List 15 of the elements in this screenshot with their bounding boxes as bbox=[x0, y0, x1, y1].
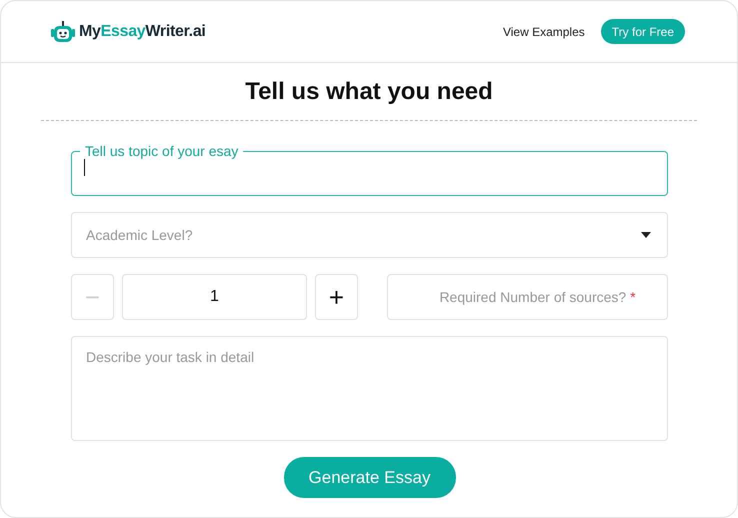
dropdown-caret-icon bbox=[641, 232, 651, 238]
sources-field[interactable]: Required Number of sources? * bbox=[387, 274, 668, 320]
task-details-field[interactable]: Describe your task in detail bbox=[71, 336, 668, 441]
form-title: Tell us what you need bbox=[244, 77, 494, 107]
generate-essay-button[interactable]: Generate Essay bbox=[284, 457, 456, 498]
try-free-button[interactable]: Try for Free bbox=[600, 19, 685, 44]
sources-count-field[interactable]: 1 bbox=[122, 274, 307, 320]
increment-button[interactable]: + bbox=[315, 274, 358, 320]
text-cursor bbox=[84, 159, 85, 176]
academic-level-dropdown[interactable]: Academic Level? bbox=[71, 212, 668, 258]
view-examples-link[interactable]: View Examples bbox=[502, 24, 585, 38]
brand-name[interactable]: MyEssayWriter.ai bbox=[79, 22, 206, 40]
robot-logo-icon bbox=[50, 20, 76, 44]
topic-field[interactable]: Tell us topic of your esay bbox=[71, 143, 668, 196]
topic-label: Tell us topic of your esay bbox=[84, 143, 240, 159]
